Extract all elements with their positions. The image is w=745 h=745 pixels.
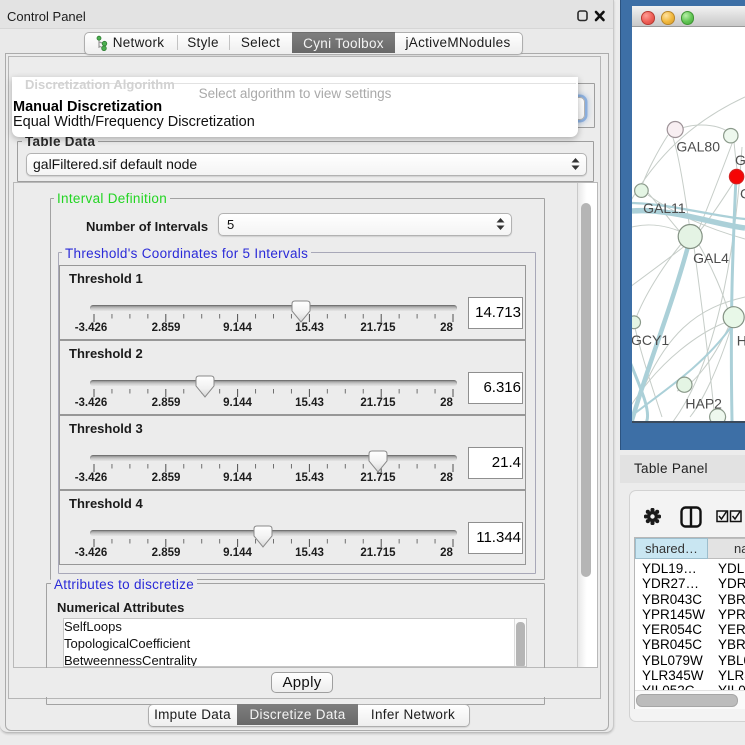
svg-text:GAL11: GAL11 — [643, 200, 686, 216]
svg-text:GAL80: GAL80 — [676, 139, 720, 155]
svg-text:GAL4: GAL4 — [693, 250, 729, 266]
svg-text:HA: HA — [737, 332, 745, 348]
svg-text:C: C — [740, 186, 745, 202]
svg-text:GCY1: GCY1 — [632, 332, 669, 348]
svg-text:HAP2: HAP2 — [685, 396, 722, 412]
svg-text:GA: GA — [735, 152, 745, 168]
